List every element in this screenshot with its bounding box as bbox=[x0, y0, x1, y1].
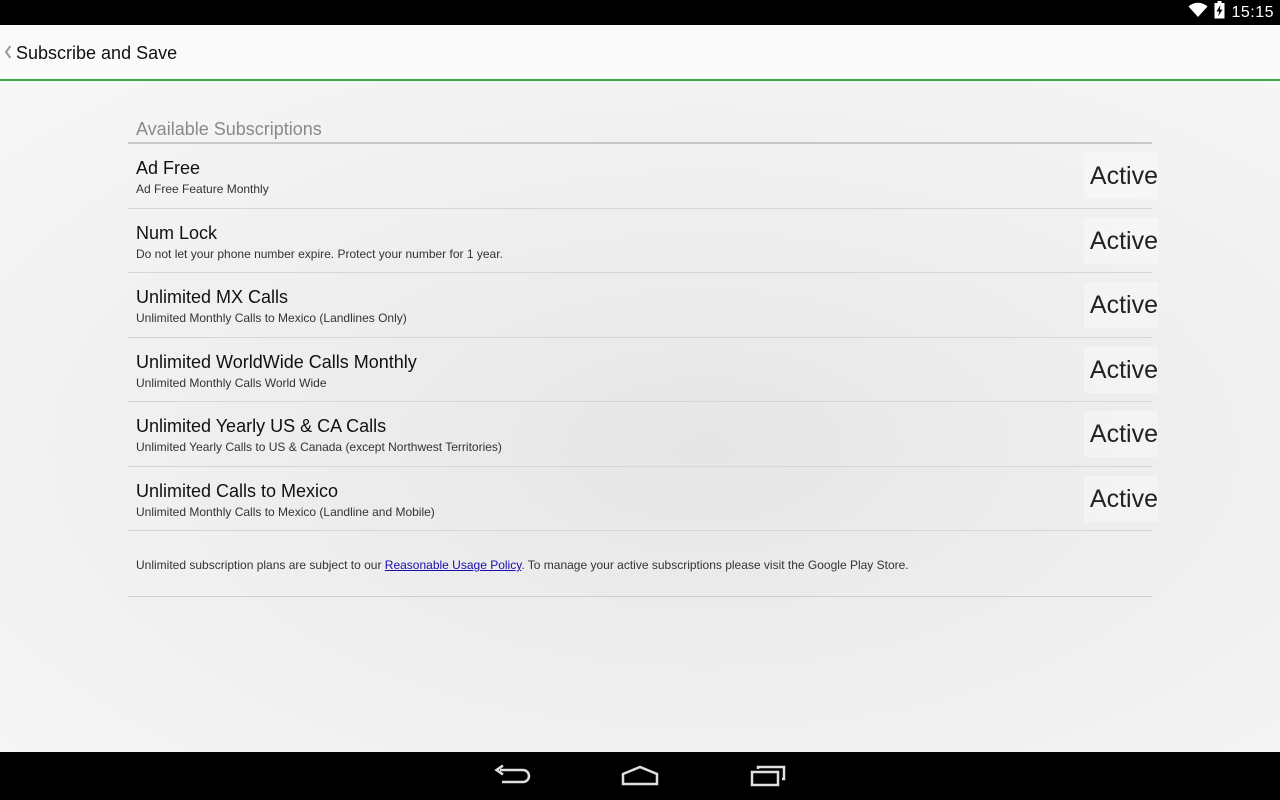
subscription-row-ad-free[interactable]: Ad Free Ad Free Feature Monthly Active bbox=[128, 144, 1158, 209]
subscription-name: Unlimited Yearly US & CA Calls bbox=[136, 416, 387, 436]
back-icon[interactable] bbox=[492, 764, 532, 788]
recents-icon[interactable] bbox=[748, 764, 788, 788]
status-icons: 15:15 bbox=[1188, 0, 1274, 25]
section-header: Available Subscriptions bbox=[136, 119, 322, 139]
subscription-name: Unlimited WorldWide Calls Monthly bbox=[136, 351, 417, 372]
subscription-description: Unlimited Monthly Calls to Mexico (Landl… bbox=[136, 311, 407, 325]
subscription-status: Active bbox=[1083, 282, 1158, 328]
policy-text-after: . To manage your active subscriptions pl… bbox=[521, 558, 909, 572]
home-icon[interactable] bbox=[620, 764, 660, 788]
subscription-row-unlimited-yearly-us-ca[interactable]: Unlimited Yearly US & CA Calls Unlimited… bbox=[128, 402, 1158, 467]
subscription-status: Active bbox=[1083, 217, 1158, 264]
subscription-name: Num Lock bbox=[136, 222, 218, 243]
subscription-status: Active bbox=[1083, 346, 1158, 393]
subscription-status: Active bbox=[1083, 411, 1158, 457]
wifi-icon bbox=[1188, 2, 1208, 23]
subscription-row-unlimited-mx-calls[interactable]: Unlimited MX Calls Unlimited Monthly Cal… bbox=[128, 273, 1158, 338]
page-title[interactable]: Subscribe and Save bbox=[16, 25, 177, 79]
subscription-description: Unlimited Monthly Calls to Mexico (Landl… bbox=[136, 504, 435, 519]
subscription-description: Unlimited Yearly Calls to US & Canada (e… bbox=[136, 440, 502, 454]
footer-divider bbox=[128, 596, 1152, 597]
status-bar: 15:15 bbox=[0, 0, 1280, 25]
reasonable-usage-policy-link[interactable]: Reasonable Usage Policy bbox=[385, 558, 522, 572]
subscription-status: Active bbox=[1083, 153, 1158, 199]
navigation-bar bbox=[0, 752, 1280, 800]
subscription-description: Ad Free Feature Monthly bbox=[136, 182, 269, 196]
subscription-name: Unlimited Calls to Mexico bbox=[136, 480, 339, 501]
clock: 15:15 bbox=[1231, 3, 1274, 21]
chevron-left-icon[interactable] bbox=[3, 43, 13, 61]
battery-icon bbox=[1214, 1, 1225, 24]
action-bar: Subscribe and Save bbox=[0, 25, 1280, 81]
subscription-description: Do not let your phone number expire. Pro… bbox=[136, 246, 503, 261]
subscription-row-unlimited-calls-mexico[interactable]: Unlimited Calls to Mexico Unlimited Mont… bbox=[128, 467, 1158, 531]
policy-note: Unlimited subscription plans are subject… bbox=[136, 558, 1146, 572]
subscription-row-unlimited-worldwide[interactable]: Unlimited WorldWide Calls Monthly Unlimi… bbox=[128, 338, 1158, 402]
content-area: Available Subscriptions Ad Free Ad Free … bbox=[0, 81, 1280, 752]
subscription-name: Unlimited MX Calls bbox=[136, 287, 289, 307]
subscription-name: Ad Free bbox=[136, 158, 201, 178]
subscription-list: Ad Free Ad Free Feature Monthly Active N… bbox=[128, 144, 1158, 531]
policy-text-before: Unlimited subscription plans are subject… bbox=[136, 558, 385, 572]
subscription-description: Unlimited Monthly Calls World Wide bbox=[136, 375, 327, 390]
subscription-status: Active bbox=[1083, 475, 1158, 522]
subscription-row-num-lock[interactable]: Num Lock Do not let your phone number ex… bbox=[128, 209, 1158, 273]
